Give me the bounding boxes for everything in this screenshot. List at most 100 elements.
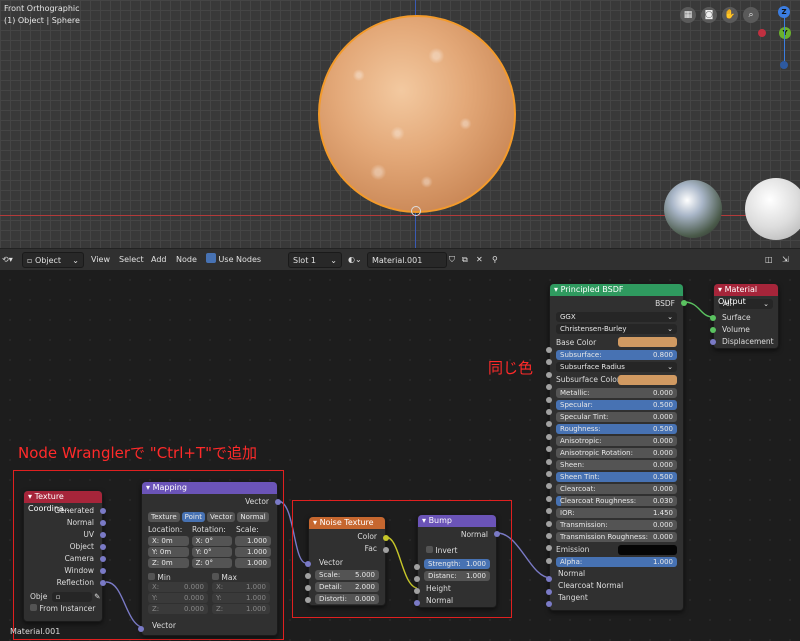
node-socket[interactable]: [546, 458, 552, 465]
max-field[interactable]: Z: 1.000: [212, 604, 270, 614]
eyedropper-icon[interactable]: ✎: [94, 592, 100, 601]
rotation-field[interactable]: Y: 0°: [191, 547, 233, 557]
scale-field[interactable]: 1.000: [235, 536, 272, 546]
node-socket[interactable]: [546, 371, 552, 378]
bsdf-param-field[interactable]: Transmission Roughness: 0.000: [556, 532, 677, 542]
min-checkbox[interactable]: [148, 573, 155, 580]
bsdf-param-field[interactable]: Clearcoat: 0.000: [556, 484, 677, 494]
node-socket[interactable]: [546, 576, 552, 582]
node-socket[interactable]: [100, 580, 106, 586]
subsurface-radius-dropdown[interactable]: Subsurface Radius ⌄: [556, 362, 677, 372]
node-socket[interactable]: [710, 315, 716, 321]
bsdf-param-field[interactable]: Specular: 0.500: [556, 400, 677, 410]
node-socket[interactable]: [100, 556, 106, 562]
mapping-node[interactable]: ▾ Mapping Vector Texture Point Vector Norma…: [141, 481, 278, 636]
node-socket[interactable]: [275, 499, 281, 505]
subsurface-method-dropdown[interactable]: Christensen-Burley ⌄: [556, 324, 677, 334]
node-socket[interactable]: [710, 339, 716, 345]
node-header[interactable]: ▾ Bump: [418, 515, 496, 527]
bsdf-param-field[interactable]: Specular Tint: 0.000: [556, 412, 677, 422]
bsdf-param-field[interactable]: Transmission: 0.000: [556, 520, 677, 530]
strength-field[interactable]: Strength: 1.000: [424, 559, 490, 569]
texture-coordinate-node[interactable]: ▾ Texture Coordina... Generated Normal UV O…: [23, 490, 103, 622]
distribution-dropdown[interactable]: GGX ⌄: [556, 312, 677, 322]
node-header[interactable]: ▾ Texture Coordina...: [24, 491, 102, 513]
node-socket[interactable]: [305, 597, 311, 603]
target-dropdown[interactable]: All ⌄: [719, 299, 773, 309]
node-socket[interactable]: [383, 535, 389, 541]
node-socket[interactable]: [100, 532, 106, 538]
node-socket[interactable]: [546, 396, 552, 403]
node-socket[interactable]: [546, 589, 552, 595]
object-field[interactable]: ▫: [51, 592, 92, 602]
invert-checkbox[interactable]: [426, 546, 433, 553]
min-field[interactable]: Z: 0.000: [148, 604, 208, 614]
node-socket[interactable]: [546, 495, 552, 502]
node-socket[interactable]: [546, 557, 552, 564]
max-field[interactable]: Y: 1.000: [212, 593, 270, 603]
node-socket[interactable]: [383, 547, 389, 553]
base-color-swatch[interactable]: [618, 337, 677, 347]
bsdf-param-field[interactable]: Metallic: 0.000: [556, 388, 677, 398]
node-socket[interactable]: [494, 531, 500, 537]
node-header[interactable]: ▾ Principled BSDF: [550, 284, 683, 296]
node-header[interactable]: ▾ Noise Texture: [309, 517, 385, 529]
max-checkbox[interactable]: [212, 573, 219, 580]
node-socket[interactable]: [100, 508, 106, 514]
node-header[interactable]: ▾ Material Output: [714, 284, 778, 306]
node-header[interactable]: ▾ Mapping: [142, 482, 277, 494]
rotation-field[interactable]: Z: 0°: [191, 558, 233, 568]
from-instancer-checkbox[interactable]: [30, 604, 37, 611]
noise-texture-node[interactable]: ▾ Noise Texture Color Fac Vector Scale: 5…: [308, 516, 386, 606]
node-socket[interactable]: [414, 576, 420, 582]
bsdf-param-field[interactable]: Anisotropic: 0.000: [556, 436, 677, 446]
node-socket[interactable]: [414, 564, 420, 570]
principled-bsdf-node[interactable]: ▾ Principled BSDF BSDF GGX ⌄ Christensen-…: [549, 283, 684, 611]
location-field[interactable]: Y: 0m: [148, 547, 189, 557]
node-socket[interactable]: [414, 588, 420, 594]
subsurface-color-swatch[interactable]: [618, 375, 677, 385]
mapping-tab[interactable]: Normal: [237, 512, 269, 522]
distance-field[interactable]: Distanc: 1.000: [424, 571, 490, 581]
bsdf-param-field[interactable]: Clearcoat Roughness: 0.030: [556, 496, 677, 506]
node-socket[interactable]: [546, 533, 552, 539]
mapping-tab[interactable]: Texture: [148, 512, 180, 522]
node-socket[interactable]: [546, 433, 552, 440]
bsdf-param-field[interactable]: IOR: 1.450: [556, 508, 677, 518]
scale-field[interactable]: Scale: 5.000: [315, 570, 379, 580]
emission-swatch[interactable]: [618, 545, 677, 555]
node-socket[interactable]: [305, 573, 311, 579]
node-socket[interactable]: [546, 601, 552, 607]
alpha-field[interactable]: Alpha: 1.000: [556, 557, 677, 567]
max-field[interactable]: X: 1.000: [212, 582, 270, 592]
node-socket[interactable]: [305, 585, 311, 591]
rotation-field[interactable]: X: 0°: [191, 536, 233, 546]
distortion-field[interactable]: Distorti: 0.000: [315, 594, 379, 604]
subsurface-field[interactable]: Subsurface: 0.800: [556, 350, 677, 360]
location-field[interactable]: Z: 0m: [148, 558, 189, 568]
scale-field[interactable]: 1.000: [235, 547, 272, 557]
bsdf-param-field[interactable]: Roughness: 0.500: [556, 424, 677, 434]
mapping-tab[interactable]: Vector: [207, 512, 236, 522]
min-field[interactable]: Y: 0.000: [148, 593, 208, 603]
detail-field[interactable]: Detail: 2.000: [315, 582, 379, 592]
min-field[interactable]: X: 0.000: [148, 582, 208, 592]
node-socket[interactable]: [710, 327, 716, 333]
node-socket[interactable]: [546, 409, 552, 415]
node-socket[interactable]: [100, 544, 106, 550]
mapping-tab[interactable]: Point: [181, 512, 206, 522]
bsdf-param-field[interactable]: Sheen Tint: 0.500: [556, 472, 677, 482]
node-socket[interactable]: [305, 561, 311, 567]
location-field[interactable]: X: 0m: [148, 536, 189, 546]
node-socket[interactable]: [138, 626, 144, 632]
node-socket[interactable]: [414, 600, 420, 606]
node-socket[interactable]: [100, 568, 106, 574]
node-socket[interactable]: [546, 471, 552, 477]
node-socket[interactable]: [546, 520, 552, 527]
node-socket[interactable]: [100, 520, 106, 526]
scale-field[interactable]: 1.000: [235, 558, 272, 568]
bump-node[interactable]: ▾ Bump Normal Invert Strength: 1.000 Dist…: [417, 514, 497, 608]
node-socket[interactable]: [546, 347, 552, 353]
bsdf-param-field[interactable]: Sheen: 0.000: [556, 460, 677, 470]
material-output-node[interactable]: ▾ Material Output All ⌄ Surface Volume Di…: [713, 283, 779, 349]
